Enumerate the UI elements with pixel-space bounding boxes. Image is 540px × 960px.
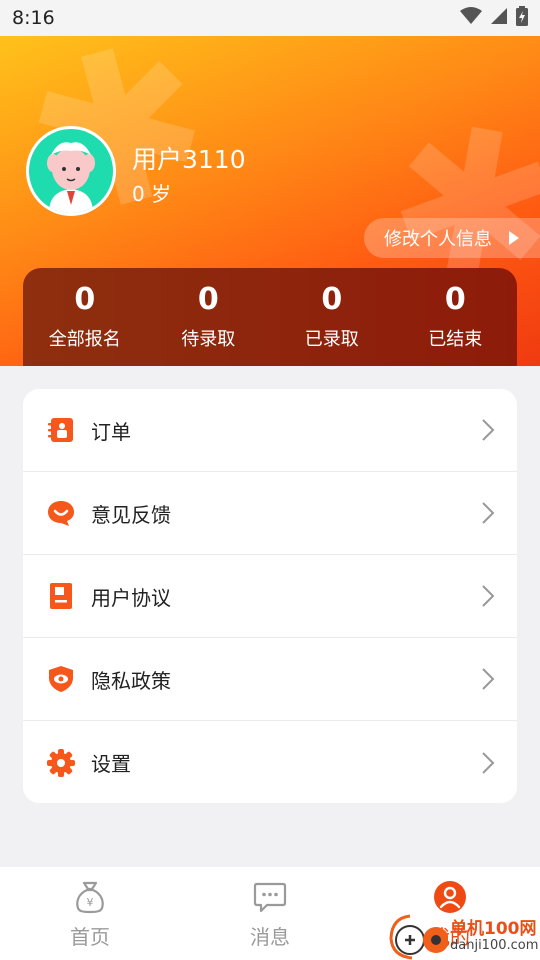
- stat-label: 已录取: [304, 329, 359, 350]
- stat-ended[interactable]: 0 已结束: [394, 268, 518, 366]
- nav-label: 首页: [70, 925, 110, 949]
- nav-label: 消息: [250, 925, 290, 949]
- svg-text:¥: ¥: [87, 896, 94, 909]
- chevron-right-icon: [481, 751, 495, 775]
- user-age: 0 岁: [132, 182, 172, 206]
- edit-profile-label: 修改个人信息: [384, 229, 492, 250]
- home-moneybag-icon: ¥: [72, 879, 108, 915]
- stat-value: 0: [74, 282, 96, 317]
- menu-label: 意见反馈: [91, 502, 171, 527]
- stat-all-registrations[interactable]: 0 全部报名: [23, 268, 147, 366]
- edit-profile-button[interactable]: 修改个人信息: [364, 218, 540, 258]
- stat-value: 0: [321, 282, 343, 317]
- watermark-logo-icon: [389, 914, 448, 960]
- menu-label: 订单: [91, 419, 131, 444]
- chevron-right-icon: [481, 667, 495, 691]
- battery-icon: [516, 6, 528, 30]
- profile-icon: [432, 879, 468, 915]
- stat-label: 全部报名: [48, 329, 121, 350]
- menu-card: 订单 意见反馈 用户协议 隐私政策 设置: [23, 389, 517, 803]
- watermark: 单机100网 danji100.com: [388, 912, 540, 960]
- status-bar: 8:16: [0, 0, 540, 36]
- status-icons: [460, 6, 528, 30]
- menu-label: 设置: [91, 752, 131, 776]
- watermark-title: 单机100网: [450, 919, 537, 939]
- watermark-url: danji100.com: [450, 938, 539, 953]
- order-icon: [45, 414, 77, 446]
- menu-item-feedback[interactable]: 意见反馈: [23, 472, 517, 555]
- status-time: 8:16: [12, 7, 55, 29]
- menu-item-settings[interactable]: 设置: [23, 721, 517, 803]
- menu-item-order[interactable]: 订单: [23, 389, 517, 472]
- stat-value: 0: [444, 282, 466, 317]
- nav-home[interactable]: ¥ 首页: [0, 867, 180, 960]
- gear-icon: [45, 747, 77, 779]
- wifi-icon: [460, 7, 482, 29]
- chevron-right-icon: [481, 418, 495, 442]
- feedback-icon: [45, 497, 77, 529]
- profile-header: ✱ ✱ 用户3110 0 岁 修改个人信息 0 全部报名 0 待录取 0 已录取…: [0, 36, 540, 366]
- privacy-shield-icon: [45, 663, 77, 695]
- chevron-right-icon: [481, 501, 495, 525]
- triangle-right-icon: [508, 230, 520, 246]
- avatar-image: [29, 129, 113, 213]
- menu-item-privacy-policy[interactable]: 隐私政策: [23, 638, 517, 721]
- menu-item-user-agreement[interactable]: 用户协议: [23, 555, 517, 638]
- nav-messages[interactable]: 消息: [180, 867, 360, 960]
- stat-pending-admission[interactable]: 0 待录取: [147, 268, 271, 366]
- message-icon: [252, 879, 288, 915]
- agreement-icon: [45, 580, 77, 612]
- menu-label: 隐私政策: [91, 668, 171, 693]
- chevron-right-icon: [481, 584, 495, 608]
- stat-admitted[interactable]: 0 已录取: [270, 268, 394, 366]
- menu-label: 用户协议: [91, 585, 171, 610]
- stat-label: 已结束: [428, 329, 483, 350]
- stat-value: 0: [197, 282, 219, 317]
- stat-label: 待录取: [181, 329, 236, 350]
- avatar[interactable]: [26, 126, 116, 216]
- user-name: 用户3110: [132, 145, 246, 174]
- signal-icon: [490, 7, 508, 29]
- stats-card: 0 全部报名 0 待录取 0 已录取 0 已结束: [23, 268, 517, 366]
